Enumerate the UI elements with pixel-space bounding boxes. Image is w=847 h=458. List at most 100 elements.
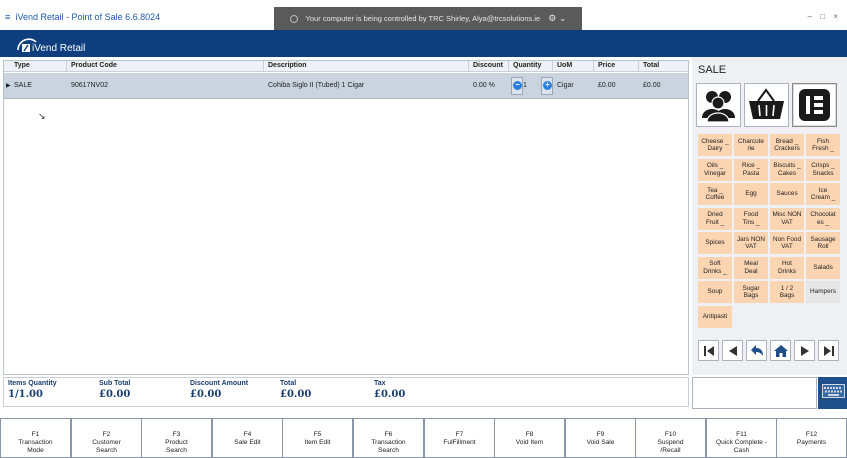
nav-first-button[interactable] (698, 340, 719, 361)
cell-total: £0.00 (643, 82, 661, 89)
category-button[interactable]: Rice _ Pasta (734, 158, 768, 181)
category-button[interactable]: Bread _ Crackers (770, 134, 804, 156)
category-button[interactable]: Tea _ Coffee (698, 183, 732, 205)
fkey-f2-button[interactable]: F2 Customer Search (71, 418, 142, 458)
logo-text: iVend Retail (32, 43, 86, 54)
cell-price: £0.00 (598, 82, 616, 89)
fkey-code: F9 (596, 431, 605, 438)
keyboard-button[interactable] (818, 377, 847, 409)
fkey-code: F4 (243, 431, 252, 438)
category-button[interactable]: Misc NON VAT (770, 207, 804, 230)
fkey-f4-button[interactable]: F4 Sale Edit (212, 418, 283, 458)
fkey-f10-button[interactable]: F10 Suspend /Recall (635, 418, 706, 458)
fkey-f9-button[interactable]: F9 Void Sale (565, 418, 636, 458)
fkey-code: F10 (664, 431, 677, 438)
category-button[interactable]: Biscuits _ Cakes (770, 158, 804, 181)
remote-banner-text: Your computer is being controlled by TRC… (305, 14, 541, 23)
next-icon (801, 346, 809, 356)
gear-icon[interactable]: ⚙ ⌄ (548, 13, 566, 23)
cell-uom: Cigar (557, 82, 574, 89)
category-button[interactable]: Hot Drinks (770, 256, 804, 279)
fkey-label: Suspend /Recall (657, 439, 684, 454)
fkey-f6-button[interactable]: F6 Transaction Search (353, 418, 424, 458)
col-quantity[interactable]: Quantity (509, 61, 553, 71)
window-controls[interactable]: – □ × (808, 12, 841, 21)
receipt-button[interactable] (792, 83, 837, 127)
sale-side-panel: SALE Cheese _ Dairy Charcute rie Bread _… (692, 57, 847, 375)
sub-total: Sub Total £0.00 (99, 380, 130, 400)
basket-icon (749, 88, 784, 119)
quantity-increase-button[interactable]: + (543, 81, 552, 90)
fkey-label: Void Sale (586, 439, 615, 446)
fkey-f1-button[interactable]: F1 Transaction Mode (0, 418, 71, 458)
col-type[interactable]: Type (4, 61, 67, 71)
fkey-f3-button[interactable]: F3 Product Search (141, 418, 212, 458)
fkey-code: F11 (736, 431, 747, 438)
category-button[interactable]: Crisps _ Snacks (806, 158, 840, 181)
fkey-code: F12 (805, 431, 818, 438)
nav-next-button[interactable] (794, 340, 815, 361)
category-button[interactable]: Oils _ Vinegar (698, 158, 732, 181)
category-button[interactable]: Antipasti (698, 305, 732, 328)
cell-product-code: 90617NV02 (71, 82, 108, 89)
category-button[interactable]: Salads (806, 256, 840, 279)
basket-button[interactable] (744, 83, 789, 127)
nav-home-button[interactable] (770, 340, 791, 361)
fkey-f5-button[interactable]: F5 Item Edit (282, 418, 353, 458)
fkey-f12-button[interactable]: F12 Payments (776, 418, 847, 458)
fkey-code: F2 (102, 431, 111, 438)
window-title-area: ≡ iVend Retail - Point of Sale 6.6.8024 (5, 12, 160, 22)
app-header: iVend Retail (0, 30, 847, 57)
items-quantity: Items Quantity 1/1.00 (8, 380, 57, 400)
col-price[interactable]: Price (594, 61, 639, 71)
window-title: iVend Retail - Point of Sale 6.6.8024 (15, 12, 161, 22)
fkey-label: Item Edit (304, 439, 331, 446)
remote-control-banner[interactable]: Your computer is being controlled by TRC… (274, 7, 582, 30)
category-button[interactable]: Non Food VAT (770, 232, 804, 254)
sale-items-grid[interactable]: Type Product Code Description Discount Q… (3, 60, 689, 375)
category-button[interactable]: Sausage Roll (806, 232, 840, 254)
category-button[interactable]: Chocolat es _ (806, 207, 840, 230)
category-button[interactable]: Soft Drinks _ (698, 256, 732, 279)
category-button[interactable]: Hampers (806, 281, 840, 303)
fkey-label: Customer Search (92, 439, 121, 454)
category-button[interactable]: Charcute rie (734, 134, 768, 156)
col-total[interactable]: Total (639, 61, 690, 71)
nav-prev-button[interactable] (722, 340, 743, 361)
fkey-code: F7 (455, 431, 464, 438)
category-button[interactable]: Egg (734, 183, 768, 205)
fkey-f8-button[interactable]: F8 Void Item (494, 418, 565, 458)
col-discount[interactable]: Discount (469, 61, 509, 71)
category-button[interactable]: Jars NON VAT (734, 232, 768, 254)
category-button[interactable]: Sauces (770, 183, 804, 205)
fkey-f7-button[interactable]: F7 FulFillment (424, 418, 495, 458)
fkey-f11-button[interactable]: F11 Quick Complete - Cash (706, 418, 777, 458)
customers-button[interactable] (696, 83, 741, 127)
app-menu-icon[interactable]: ≡ (5, 12, 13, 22)
cell-quantity: 1 (523, 82, 527, 89)
category-button[interactable]: Meal Deal (734, 256, 768, 279)
category-button[interactable]: Soup (698, 281, 732, 303)
col-product-code[interactable]: Product Code (67, 61, 264, 71)
col-description[interactable]: Description (264, 61, 469, 71)
fkey-code: F8 (525, 431, 534, 438)
category-button[interactable]: Sugar Bags (734, 281, 768, 303)
category-button[interactable]: Food Tins _ (734, 207, 768, 230)
keyboard-icon (822, 384, 845, 398)
category-button[interactable]: Dried Fruit _ (698, 207, 732, 230)
category-button[interactable]: Fish Fresh _ (806, 134, 840, 156)
scan-input[interactable] (692, 377, 817, 409)
fkey-label: Void Item (515, 439, 544, 446)
table-row[interactable]: ▶ SALE 90617NV02 Cohiba Siglo II (Tubed)… (4, 73, 688, 99)
nav-last-button[interactable] (818, 340, 839, 361)
category-button[interactable]: 1 / 2 Bags (770, 281, 804, 303)
category-button[interactable]: Ice Cream _ (806, 183, 840, 205)
title-bar: ≡ iVend Retail - Point of Sale 6.6.8024 … (0, 7, 847, 30)
nav-back-button[interactable] (746, 340, 767, 361)
category-button[interactable]: Cheese _ Dairy (698, 134, 732, 156)
col-uom[interactable]: UoM (553, 61, 594, 71)
category-button[interactable]: Spices (698, 232, 732, 254)
items-quantity-value: 1/1.00 (8, 389, 43, 400)
mouse-cursor-icon: ↘ (38, 111, 46, 121)
tax-label: Tax (374, 380, 386, 387)
